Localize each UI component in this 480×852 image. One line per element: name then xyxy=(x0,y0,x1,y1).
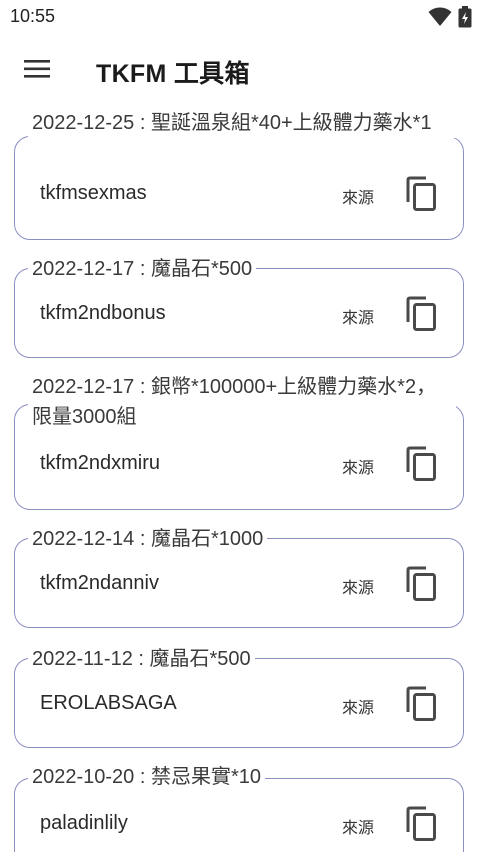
source-link[interactable]: 來源 xyxy=(342,304,374,328)
status-time: 10:55 xyxy=(10,6,56,26)
source-link[interactable]: 來源 xyxy=(342,814,374,838)
copy-button[interactable] xyxy=(404,806,438,842)
copy-button[interactable] xyxy=(404,296,438,332)
redeem-code: tkfm2ndxmiru xyxy=(40,452,161,474)
code-entry: 2022-10-20 : 禁忌果實*10 paladinlily 來源 xyxy=(0,754,480,852)
code-entry: 2022-12-17 : 魔晶石*500 tkfm2ndbonus 來源 xyxy=(0,244,480,364)
hamburger-menu-icon xyxy=(24,60,50,78)
copy-button[interactable] xyxy=(404,566,438,602)
copy-icon xyxy=(406,446,436,481)
redeem-code: tkfm2ndanniv xyxy=(40,572,159,594)
battery-icon xyxy=(458,6,472,28)
copy-button[interactable] xyxy=(404,446,438,482)
redeem-code: tkfmsexmas xyxy=(40,182,147,204)
status-icons xyxy=(422,6,472,28)
app-bar: TKFM 工具箱 xyxy=(0,34,480,104)
entry-label: 2022-12-17 : 魔晶石*500 xyxy=(28,254,257,284)
copy-icon xyxy=(406,296,436,331)
status-bar: 10:55 xyxy=(0,0,480,34)
redeem-code: EROLABSAGA xyxy=(40,692,177,714)
entry-label: 2022-12-14 : 魔晶石*1000 xyxy=(28,524,268,554)
menu-button[interactable] xyxy=(20,52,54,86)
copy-button[interactable] xyxy=(404,686,438,722)
source-link[interactable]: 來源 xyxy=(342,184,374,208)
code-entry: 2022-12-17 : 銀幣*100000+上級體力藥水*2，限量3000組 … xyxy=(0,364,480,514)
code-entry: 2022-12-25 : 聖誕溫泉組*40+上級體力藥水*1 tkfmsexma… xyxy=(0,104,480,244)
entry-label: 2022-12-25 : 聖誕溫泉組*40+上級體力藥水*1 xyxy=(28,108,456,138)
source-link[interactable]: 來源 xyxy=(342,694,374,718)
entry-label: 2022-11-12 : 魔晶石*500 xyxy=(28,644,255,674)
entry-label: 2022-10-20 : 禁忌果實*10 xyxy=(28,762,266,792)
copy-icon xyxy=(406,686,436,721)
code-entry: 2022-11-12 : 魔晶石*500 EROLABSAGA 來源 xyxy=(0,634,480,754)
redeem-code: tkfm2ndbonus xyxy=(40,302,166,324)
code-list[interactable]: 2022-12-25 : 聖誕溫泉組*40+上級體力藥水*1 tkfmsexma… xyxy=(0,104,480,852)
entry-label: 2022-12-17 : 銀幣*100000+上級體力藥水*2，限量3000組 xyxy=(28,372,456,432)
copy-button[interactable] xyxy=(404,176,438,212)
app-title: TKFM 工具箱 xyxy=(96,60,250,88)
copy-icon xyxy=(406,176,436,211)
source-link[interactable]: 來源 xyxy=(342,574,374,598)
copy-icon xyxy=(406,806,436,841)
copy-icon xyxy=(406,566,436,601)
redeem-code: paladinlily xyxy=(40,812,128,834)
wifi-icon xyxy=(428,7,452,26)
code-entry: 2022-12-14 : 魔晶石*1000 tkfm2ndanniv 來源 xyxy=(0,514,480,634)
source-link[interactable]: 來源 xyxy=(342,454,374,478)
